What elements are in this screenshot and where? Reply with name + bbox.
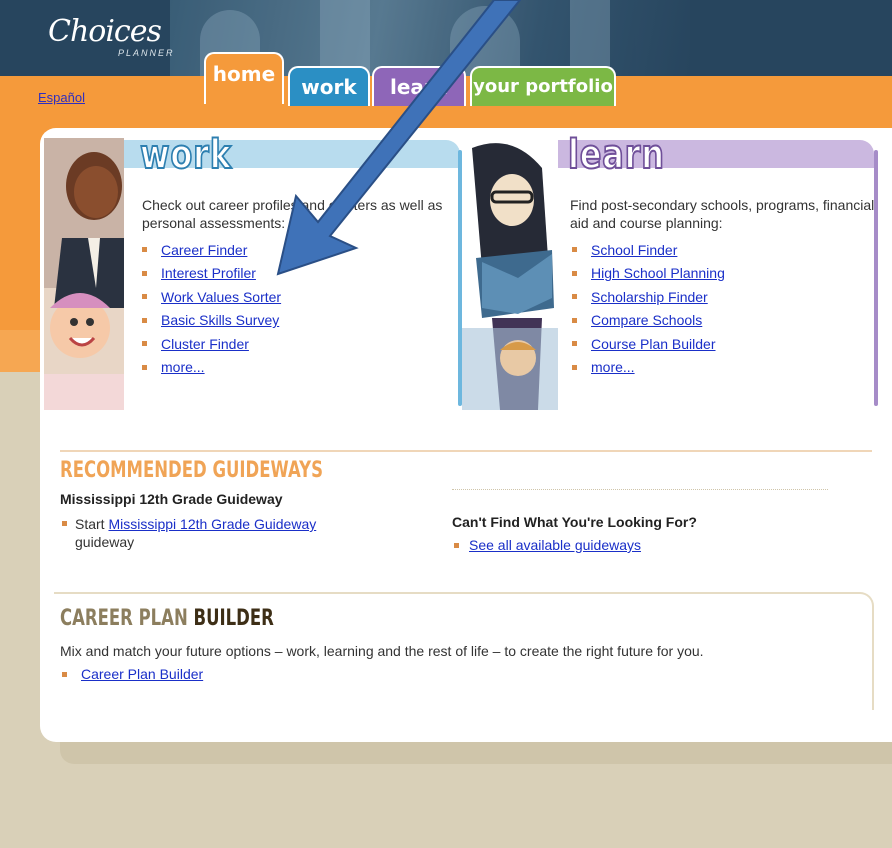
list-item: Cluster Finder bbox=[140, 332, 281, 356]
basic-skills-survey-link[interactable]: Basic Skills Survey bbox=[161, 312, 279, 328]
list-item: more... bbox=[570, 356, 725, 380]
list-item: Interest Profiler bbox=[140, 262, 281, 286]
guideway-item: Start Mississippi 12th Grade Guideway gu… bbox=[60, 515, 390, 551]
list-item: Career Finder bbox=[140, 238, 281, 262]
scholarship-finder-link[interactable]: Scholarship Finder bbox=[591, 289, 708, 305]
bullet-icon bbox=[454, 542, 459, 548]
work-section: work Check out career profiles and clust… bbox=[44, 130, 462, 410]
tab-your-portfolio[interactable]: your portfolio bbox=[470, 66, 616, 106]
cant-find-heading: Can't Find What You're Looking For? bbox=[452, 514, 697, 530]
list-item: High School Planning bbox=[570, 262, 725, 286]
list-item: School Finder bbox=[570, 238, 725, 262]
bullet-icon bbox=[572, 317, 577, 323]
work-more-link[interactable]: more... bbox=[161, 359, 205, 375]
course-plan-builder-link[interactable]: Course Plan Builder bbox=[591, 336, 716, 352]
bullet-icon bbox=[62, 671, 67, 677]
bullet-icon bbox=[142, 294, 147, 300]
tab-home[interactable]: home bbox=[204, 52, 284, 104]
career-plan-builder-item: Career Plan Builder bbox=[60, 666, 203, 682]
cluster-finder-link[interactable]: Cluster Finder bbox=[161, 336, 249, 352]
high-school-planning-link[interactable]: High School Planning bbox=[591, 265, 725, 281]
learn-more-link[interactable]: more... bbox=[591, 359, 635, 375]
bullet-icon bbox=[142, 247, 147, 253]
guideways-heading: RECOMMENDED GUIDEWAYS bbox=[60, 458, 323, 483]
guideway-start-text: Start bbox=[75, 516, 105, 532]
see-all-guideways-item: See all available guideways bbox=[452, 537, 641, 553]
choices-logo[interactable]: Choices bbox=[48, 14, 162, 49]
espanol-link[interactable]: Español bbox=[38, 90, 85, 105]
learn-description: Find post-secondary schools, programs, f… bbox=[570, 197, 875, 231]
guideways-divider bbox=[60, 450, 872, 452]
bullet-icon bbox=[142, 270, 147, 276]
learn-section: learn Find post-secondary schools, progr… bbox=[458, 130, 878, 410]
career-plan-heading-light: CAREER PLAN bbox=[60, 606, 188, 631]
compare-schools-link[interactable]: Compare Schools bbox=[591, 312, 702, 328]
work-description: Check out career profiles and clusters a… bbox=[142, 197, 443, 231]
bullet-icon bbox=[62, 521, 67, 526]
career-plan-builder-description: Mix and match your future options – work… bbox=[60, 643, 704, 659]
panel-shadow bbox=[60, 742, 892, 764]
bullet-icon bbox=[572, 341, 577, 347]
school-finder-link[interactable]: School Finder bbox=[591, 242, 677, 258]
bullet-icon bbox=[572, 270, 577, 276]
learn-illustration bbox=[462, 138, 558, 410]
work-title: work bbox=[139, 131, 232, 179]
career-plan-builder-link[interactable]: Career Plan Builder bbox=[81, 666, 203, 682]
learn-title: learn bbox=[567, 131, 665, 179]
mississippi-guideway-link[interactable]: Mississippi 12th Grade Guideway bbox=[108, 516, 316, 532]
work-illustration bbox=[44, 138, 124, 410]
list-item: more... bbox=[140, 356, 281, 380]
guideway-suffix-text: guideway bbox=[75, 534, 135, 550]
list-item: Work Values Sorter bbox=[140, 285, 281, 309]
career-plan-builder-heading: CAREER PLAN BUILDER bbox=[60, 606, 274, 631]
learn-box-border bbox=[874, 150, 878, 406]
list-item: Course Plan Builder bbox=[570, 332, 725, 356]
see-all-guideways-link[interactable]: See all available guideways bbox=[469, 537, 641, 553]
bullet-icon bbox=[572, 247, 577, 253]
work-values-sorter-link[interactable]: Work Values Sorter bbox=[161, 289, 281, 305]
bullet-icon bbox=[142, 317, 147, 323]
list-item: Basic Skills Survey bbox=[140, 309, 281, 333]
interest-profiler-link[interactable]: Interest Profiler bbox=[161, 265, 256, 281]
dotted-divider bbox=[452, 489, 828, 490]
bullet-icon bbox=[142, 341, 147, 347]
planner-logo-text: PLANNER bbox=[118, 48, 175, 58]
bullet-icon bbox=[142, 364, 147, 370]
list-item: Compare Schools bbox=[570, 309, 725, 333]
guideway-name: Mississippi 12th Grade Guideway bbox=[60, 491, 283, 507]
list-item: Scholarship Finder bbox=[570, 285, 725, 309]
tab-work[interactable]: work bbox=[288, 66, 370, 106]
career-plan-heading-bold: BUILDER bbox=[193, 606, 274, 631]
bullet-icon bbox=[572, 364, 577, 370]
work-link-list: Career Finder Interest Profiler Work Val… bbox=[140, 238, 281, 379]
bullet-icon bbox=[572, 294, 577, 300]
learn-link-list: School Finder High School Planning Schol… bbox=[570, 238, 725, 379]
tab-learn[interactable]: learn bbox=[372, 66, 466, 106]
career-finder-link[interactable]: Career Finder bbox=[161, 242, 247, 258]
